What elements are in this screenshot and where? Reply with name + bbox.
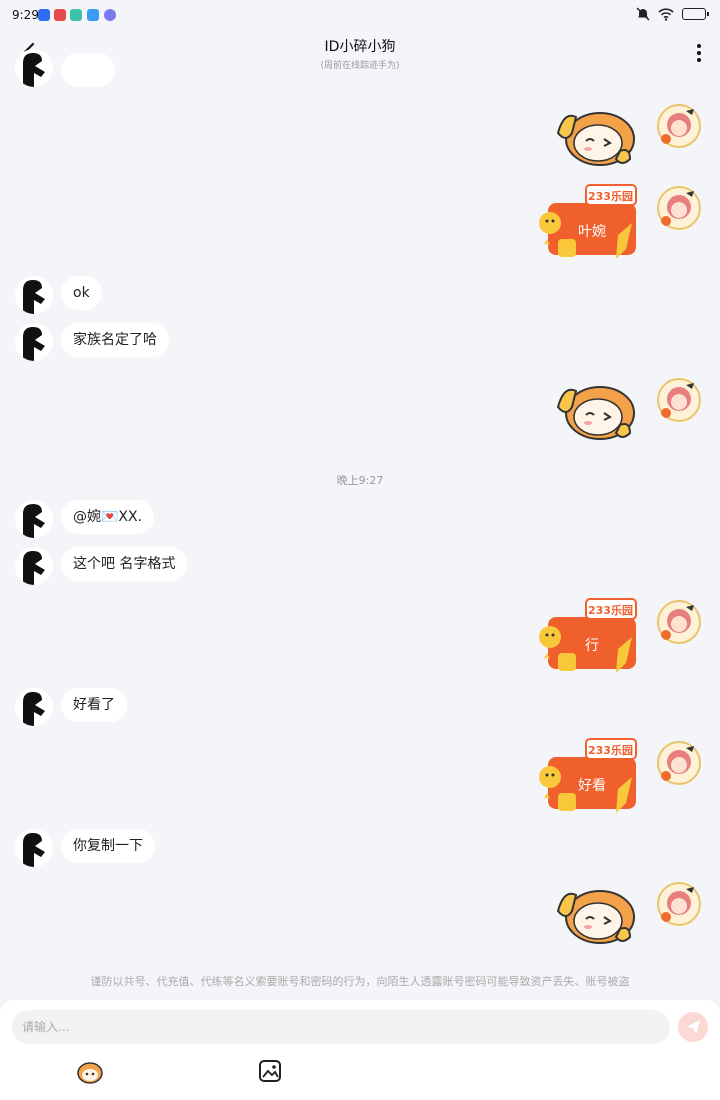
contact-avatar[interactable] — [15, 829, 53, 867]
image-icon[interactable] — [257, 1058, 285, 1086]
battery-icon — [682, 8, 709, 20]
chat-title: ID小碎小狗 — [324, 39, 396, 55]
contact-avatar[interactable] — [15, 323, 53, 361]
app-notification-icon — [54, 9, 66, 21]
status-bar: 9:29 — [0, 0, 720, 30]
user-avatar[interactable] — [656, 185, 702, 231]
send-icon — [686, 1020, 700, 1034]
sticker-text: 好看 — [578, 778, 606, 794]
user-avatar[interactable] — [656, 740, 702, 786]
message-bubble[interactable]: 家族名定了哈 — [61, 323, 169, 357]
input-bar: 请输入... — [0, 1000, 720, 1100]
sticker-233[interactable]: 233乐园 行 — [536, 597, 640, 679]
message-timestamp: 晚上9:27 — [336, 474, 384, 487]
message-bubble[interactable]: 这个吧 名字格式 — [61, 547, 188, 581]
sticker-brand: 233乐园 — [588, 604, 633, 617]
mascot-emoji-icon[interactable] — [76, 1058, 104, 1086]
sticker-text: 叶婉 — [578, 224, 606, 240]
message-bubble[interactable]: 你复制一下 — [61, 829, 155, 863]
more-options-icon[interactable] — [696, 42, 702, 64]
contact-avatar[interactable] — [15, 547, 53, 585]
contact-avatar[interactable] — [15, 276, 53, 314]
contact-avatar[interactable] — [15, 49, 53, 87]
user-avatar[interactable] — [656, 103, 702, 149]
message-bubble[interactable]: @婉💌XX. — [61, 500, 155, 534]
mascot-sticker[interactable] — [554, 377, 636, 443]
wifi-icon — [658, 7, 674, 21]
contact-avatar[interactable] — [15, 688, 53, 726]
message-input[interactable]: 请输入... — [12, 1010, 670, 1044]
safety-warning: 谨防以共号、代充值、代练等名义索要账号和密码的行为，向陌生人透露账号密码可能导致… — [90, 975, 630, 988]
sticker-text: 行 — [585, 638, 599, 654]
mascot-sticker[interactable] — [554, 881, 636, 947]
send-button[interactable] — [678, 1012, 708, 1042]
sticker-233[interactable]: 233乐园 好看 — [536, 737, 640, 819]
message-bubble[interactable]: 好看了 — [61, 688, 127, 722]
contact-avatar[interactable] — [15, 500, 53, 538]
message-bubble[interactable]: ok — [61, 276, 102, 310]
app-notification-icon — [38, 9, 50, 21]
sticker-brand: 233乐园 — [588, 744, 633, 757]
app-notification-icon — [70, 9, 82, 21]
message-list[interactable]: 233乐园 叶婉 ok 家族名定了哈 晚上9:27 @婉💌XX. 这个吧 名字格… — [0, 49, 720, 970]
mute-bell-icon — [636, 7, 650, 21]
message-bubble[interactable] — [61, 53, 115, 87]
sticker-233[interactable]: 233乐园 叶婉 — [536, 183, 640, 265]
sticker-brand: 233乐园 — [588, 190, 633, 203]
app-notification-icon — [87, 9, 99, 21]
user-avatar[interactable] — [656, 881, 702, 927]
mascot-sticker[interactable] — [554, 103, 636, 169]
status-time: 9:29 — [12, 8, 39, 22]
user-avatar[interactable] — [656, 377, 702, 423]
app-notification-icon — [104, 9, 116, 21]
user-avatar[interactable] — [656, 599, 702, 645]
